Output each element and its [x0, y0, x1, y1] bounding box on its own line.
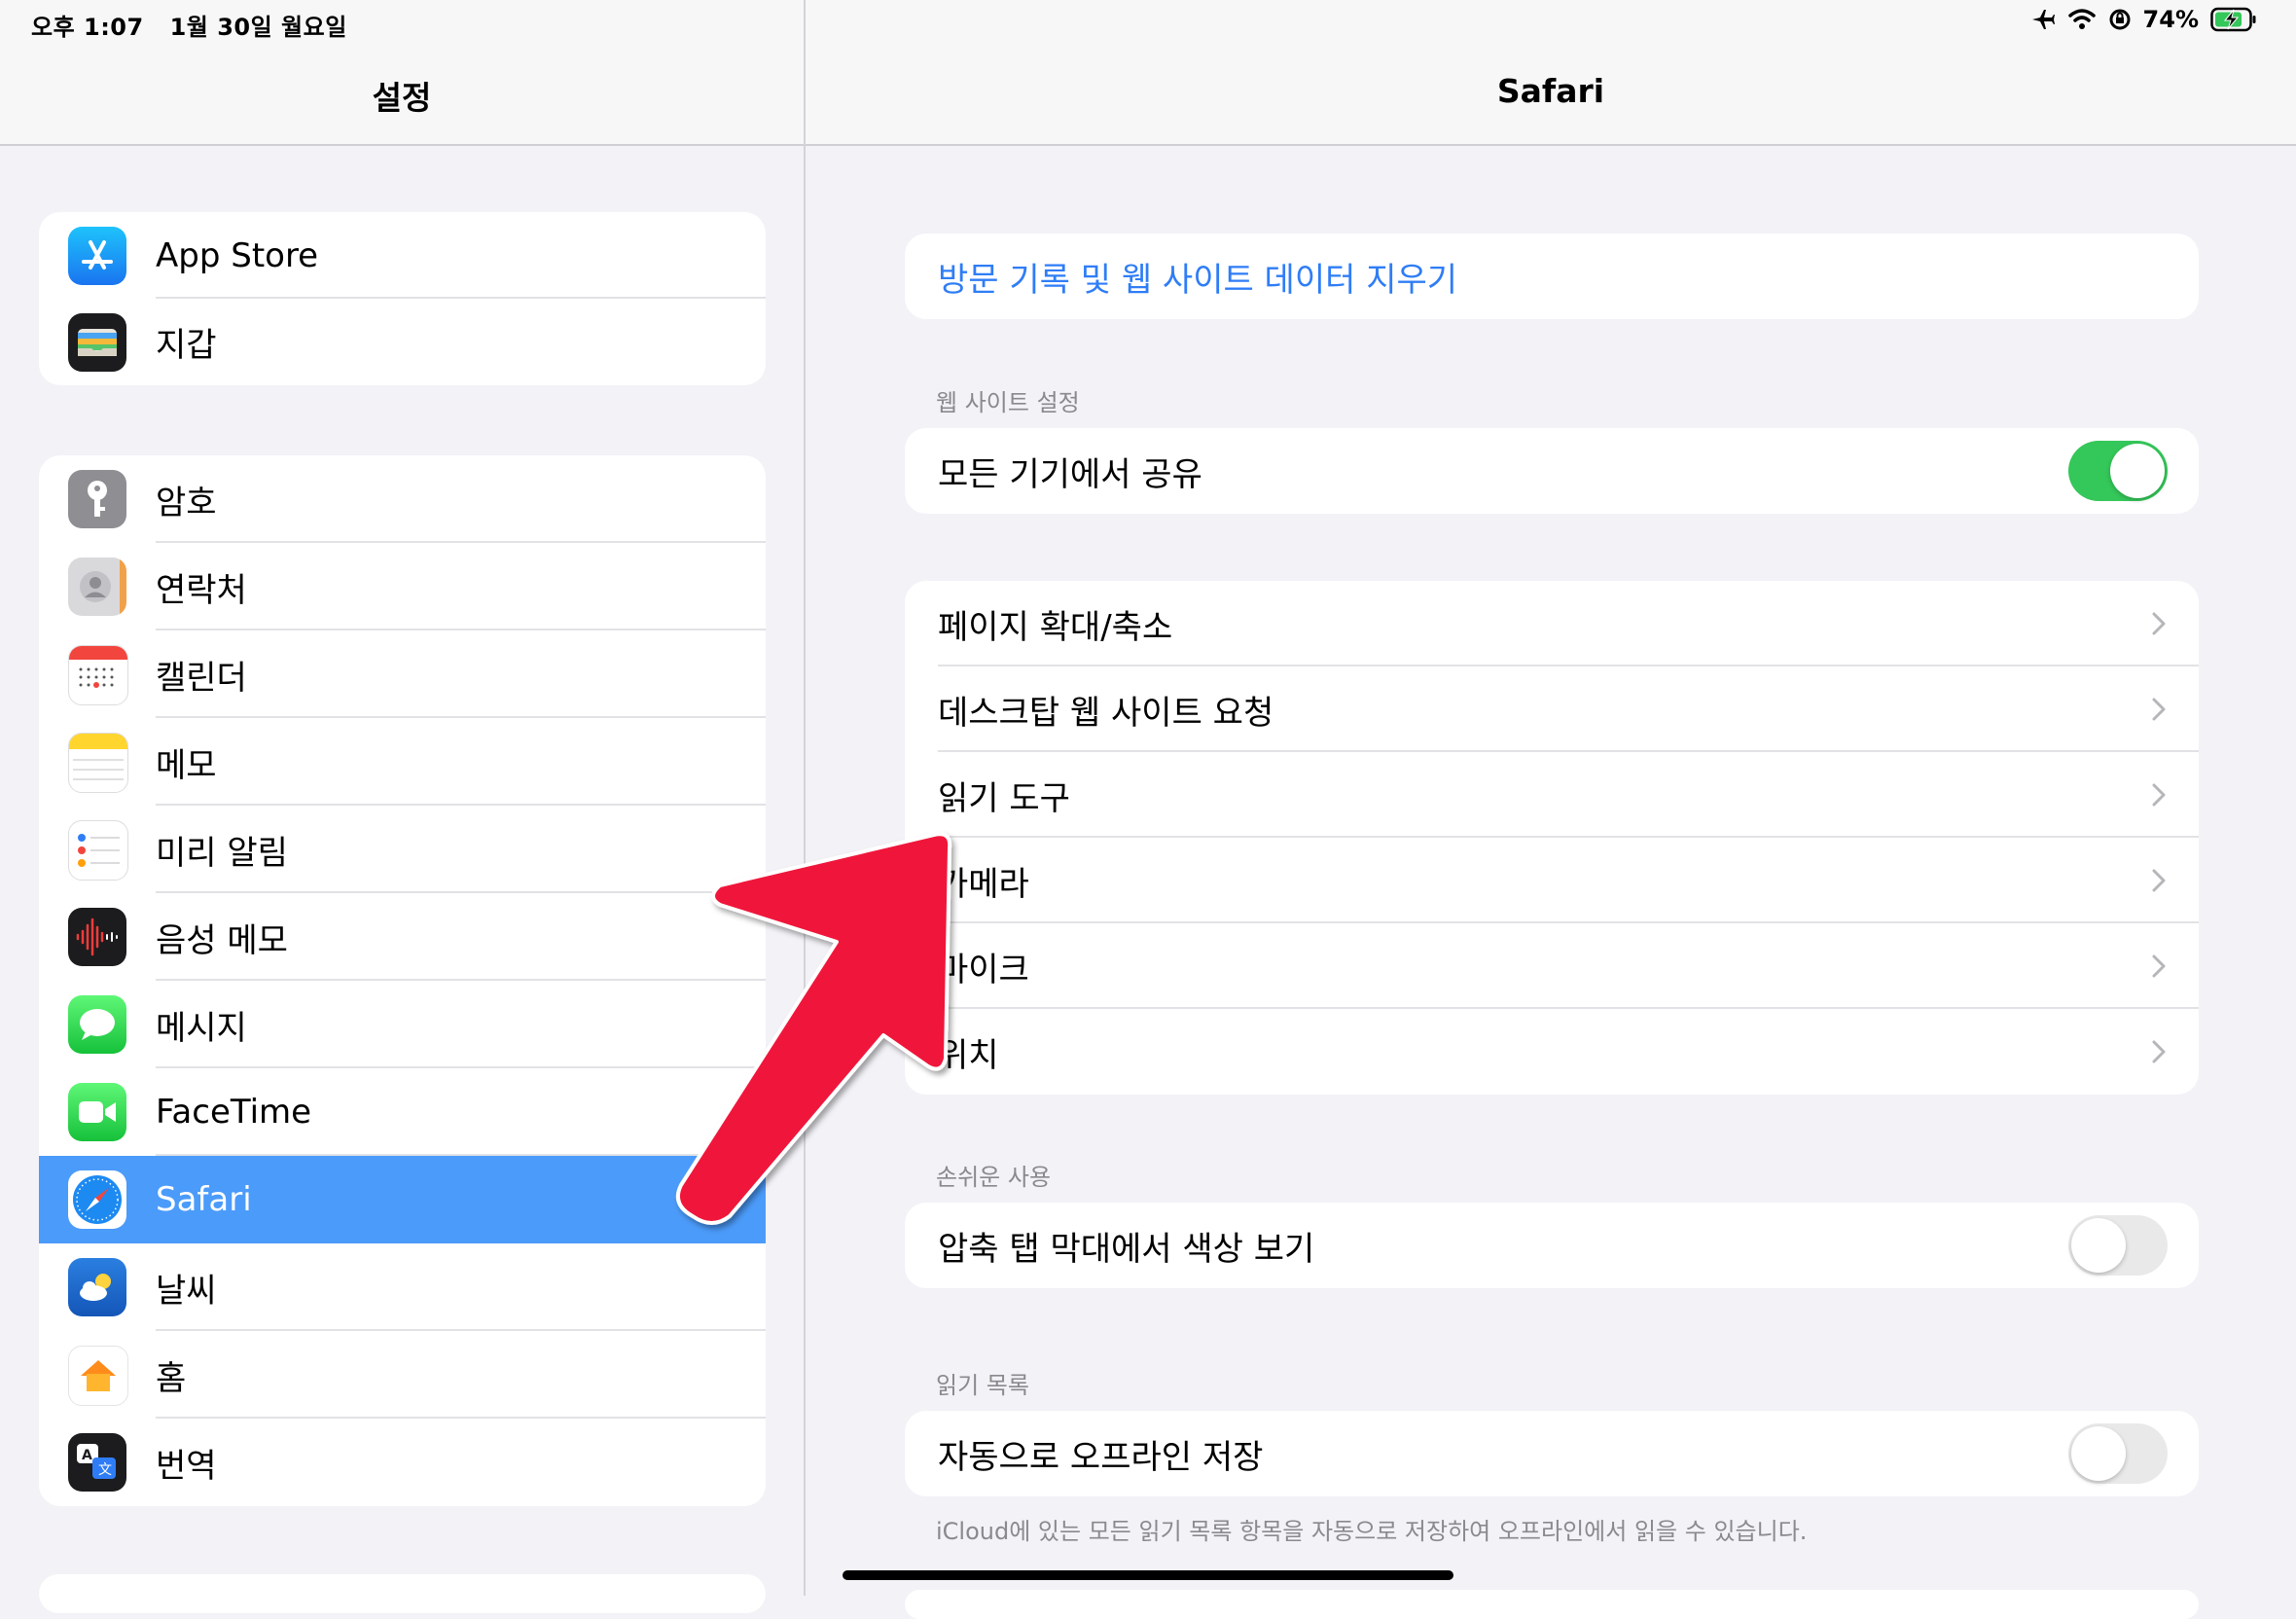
sidebar-item-label: 연락처 — [156, 570, 247, 610]
microphone-row[interactable]: 마이크 — [905, 923, 2199, 1009]
messages-icon — [68, 995, 126, 1054]
sidebar-title: 설정 — [372, 79, 432, 117]
reading-list-header: 읽기 목록 — [936, 1372, 1029, 1399]
safari-icon — [68, 1170, 126, 1229]
home-indicator[interactable] — [843, 1570, 1453, 1580]
share-devices-card: 모든 기기에서 공유 — [905, 428, 2199, 514]
sidebar-item-label: 메모 — [156, 745, 217, 785]
reading-list-card: 자동으로 오프라인 저장 — [905, 1411, 2199, 1496]
sidebar-item-contacts[interactable]: 연락처 — [39, 543, 766, 630]
chevron-right-icon — [2152, 954, 2166, 978]
wifi-icon — [2067, 9, 2096, 29]
toggle-knob — [2071, 1426, 2126, 1481]
weather-icon — [68, 1258, 126, 1316]
sidebar-item-label: App Store — [156, 235, 319, 275]
compact-tab-color-label: 압축 탭 막대에서 색상 보기 — [938, 1229, 1315, 1269]
compact-tab-color-row: 압축 탭 막대에서 색상 보기 — [905, 1203, 2199, 1288]
next-card-peek — [905, 1590, 2199, 1619]
accessibility-card: 압축 탭 막대에서 색상 보기 — [905, 1203, 2199, 1288]
contacts-icon — [68, 558, 126, 616]
sidebar-group-next — [39, 1574, 766, 1613]
airplane-icon — [2031, 10, 2055, 29]
share-across-devices-toggle[interactable] — [2068, 441, 2168, 501]
page-zoom-label: 페이지 확대/축소 — [938, 607, 1173, 647]
app-store-icon — [68, 226, 126, 285]
sidebar-item-label: 홈 — [156, 1358, 187, 1398]
sidebar-item-weather[interactable]: 날씨 — [39, 1243, 766, 1331]
sidebar-item-label: 날씨 — [156, 1271, 217, 1311]
toggle-knob — [2071, 1218, 2126, 1273]
compact-tab-color-toggle[interactable] — [2068, 1215, 2168, 1276]
sidebar-item-calendar[interactable]: 캘린더 — [39, 630, 766, 718]
toggle-knob — [2110, 444, 2165, 498]
clear-history-label: 방문 기록 및 웹 사이트 데이터 지우기 — [938, 260, 1458, 300]
share-across-devices-label: 모든 기기에서 공유 — [938, 454, 1202, 494]
clear-history-button[interactable]: 방문 기록 및 웹 사이트 데이터 지우기 — [905, 234, 2199, 319]
status-date: 1월 30일 월요일 — [169, 14, 347, 41]
translate-icon: A文 — [68, 1433, 126, 1492]
sidebar-item-passwords[interactable]: 암호 — [39, 455, 766, 543]
share-across-devices-row: 모든 기기에서 공유 — [905, 428, 2199, 514]
key-icon — [68, 470, 126, 528]
chevron-right-icon — [2152, 612, 2166, 635]
reading-list-footnote: iCloud에 있는 모든 읽기 목록 항목을 자동으로 저장하여 오프라인에서… — [936, 1518, 1808, 1545]
notes-icon — [68, 733, 128, 793]
sidebar-item-translate[interactable]: A文 번역 — [39, 1419, 766, 1506]
wallet-icon — [68, 312, 126, 372]
svg-text:A: A — [82, 1448, 92, 1463]
battery-percent: 74% — [2142, 6, 2199, 33]
sidebar-item-label: 암호 — [156, 483, 217, 522]
chevron-right-icon — [2152, 783, 2166, 807]
sidebar-item-label: 메시지 — [156, 1008, 247, 1048]
calendar-icon — [68, 645, 128, 705]
status-bar: 오후 1:07 1월 30일 월요일 74% — [0, 0, 2296, 47]
status-icons: 74% — [2030, 6, 2257, 33]
status-time-date: 오후 1:07 1월 30일 월요일 — [31, 8, 365, 42]
sidebar-item-label: Safari — [156, 1180, 252, 1219]
voice-memo-icon — [68, 908, 126, 966]
auto-offline-label: 자동으로 오프라인 저장 — [938, 1437, 1264, 1477]
facetime-icon — [68, 1083, 126, 1141]
sidebar-item-label: 캘린더 — [156, 658, 247, 698]
clear-history-card: 방문 기록 및 웹 사이트 데이터 지우기 — [905, 234, 2199, 319]
battery-charging-icon — [2210, 7, 2256, 32]
sidebar-item-wallet[interactable]: 지갑 — [39, 299, 766, 385]
request-desktop-label: 데스크탑 웹 사이트 요청 — [938, 693, 1274, 733]
rotation-lock-icon — [2109, 9, 2131, 30]
auto-offline-toggle[interactable] — [2068, 1423, 2168, 1484]
sidebar-item-label: FaceTime — [156, 1093, 312, 1132]
camera-row[interactable]: 카메라 — [905, 838, 2199, 923]
website-permissions-card: 페이지 확대/축소 데스크탑 웹 사이트 요청 읽기 도구 카메라 마이크 위치 — [905, 581, 2199, 1095]
status-time: 오후 1:07 — [31, 14, 144, 41]
chevron-right-icon — [2152, 698, 2166, 721]
home-icon — [68, 1346, 128, 1406]
website-settings-header: 웹 사이트 설정 — [936, 389, 1080, 416]
sidebar-item-label: 번역 — [156, 1446, 217, 1486]
sidebar-item-home[interactable]: 홈 — [39, 1331, 766, 1419]
settings-sidebar: 설정 App Store 지갑 암호 연락처 캘린더 메모 미리 알림 음성 메… — [0, 0, 806, 1613]
location-row[interactable]: 위치 — [905, 1009, 2199, 1095]
sidebar-item-label: 미리 알림 — [156, 833, 288, 873]
annotation-arrow — [676, 832, 952, 1225]
sidebar-item-app-store[interactable]: App Store — [39, 212, 766, 299]
sidebar-item-label: 지갑 — [156, 326, 217, 365]
chevron-right-icon — [2152, 1040, 2166, 1063]
auto-offline-row: 자동으로 오프라인 저장 — [905, 1411, 2199, 1496]
sidebar-item-notes[interactable]: 메모 — [39, 718, 766, 806]
reminders-icon — [68, 820, 128, 881]
request-desktop-row[interactable]: 데스크탑 웹 사이트 요청 — [905, 666, 2199, 752]
svg-text:文: 文 — [98, 1462, 112, 1478]
page-title: Safari — [1496, 72, 1605, 110]
chevron-right-icon — [2152, 869, 2166, 892]
page-zoom-row[interactable]: 페이지 확대/축소 — [905, 581, 2199, 666]
safari-settings-pane: Safari 및 개인정보 보호에 관하여... Safari 방문 기록 및 … — [806, 0, 2296, 1619]
sidebar-item-label: 음성 메모 — [156, 920, 288, 960]
reader-row[interactable]: 읽기 도구 — [905, 752, 2199, 838]
sidebar-group-store: App Store 지갑 — [39, 212, 766, 385]
